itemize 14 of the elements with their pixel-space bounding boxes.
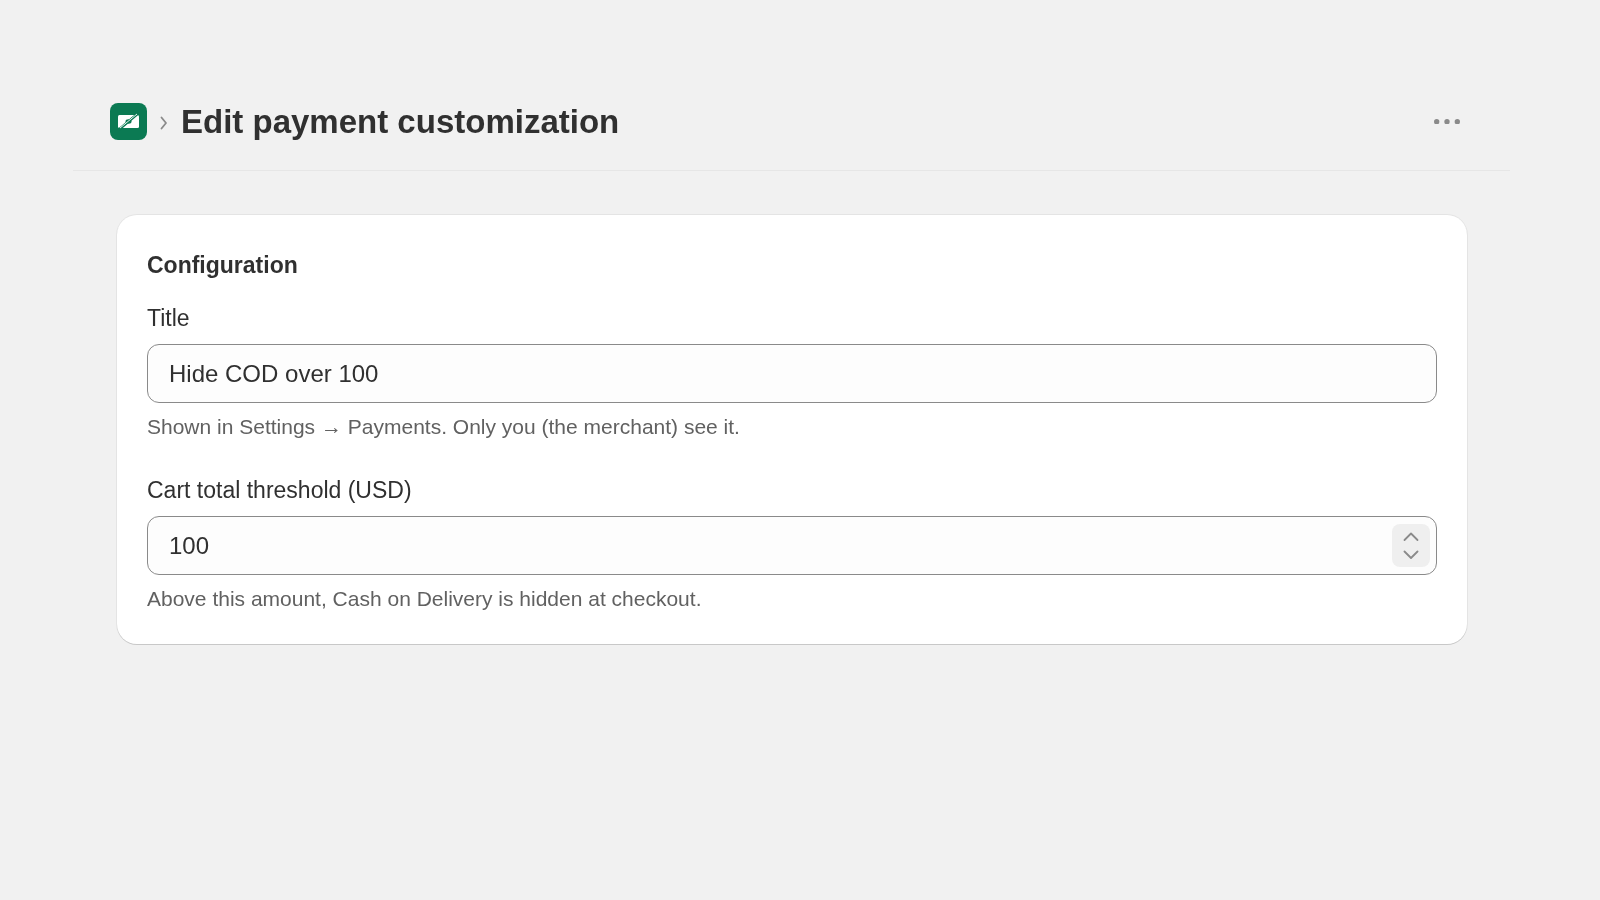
number-input[interactable]: 100 — [147, 516, 1437, 575]
card-heading: Configuration — [147, 251, 299, 280]
page-title: Edit payment customization — [181, 103, 620, 140]
chevron-up-icon[interactable] — [1403, 532, 1419, 542]
help-text: Shown in Settings → Payments. Only you (the merchant) see it. — [147, 414, 740, 440]
help-text: Above this amount, Cash on Delivery is hidden at checkout. — [147, 586, 702, 612]
chevron-down-icon[interactable] — [1403, 549, 1419, 559]
more-icon[interactable] — [1434, 118, 1460, 125]
field-label: Cart total threshold (USD) — [147, 476, 412, 505]
field-label: Title — [147, 304, 190, 333]
text-input[interactable]: Hide COD over 100 — [147, 344, 1437, 403]
crossed-banknote-icon[interactable] — [110, 103, 147, 140]
number-stepper[interactable] — [1392, 524, 1430, 567]
chevron-right-icon — [160, 115, 168, 130]
